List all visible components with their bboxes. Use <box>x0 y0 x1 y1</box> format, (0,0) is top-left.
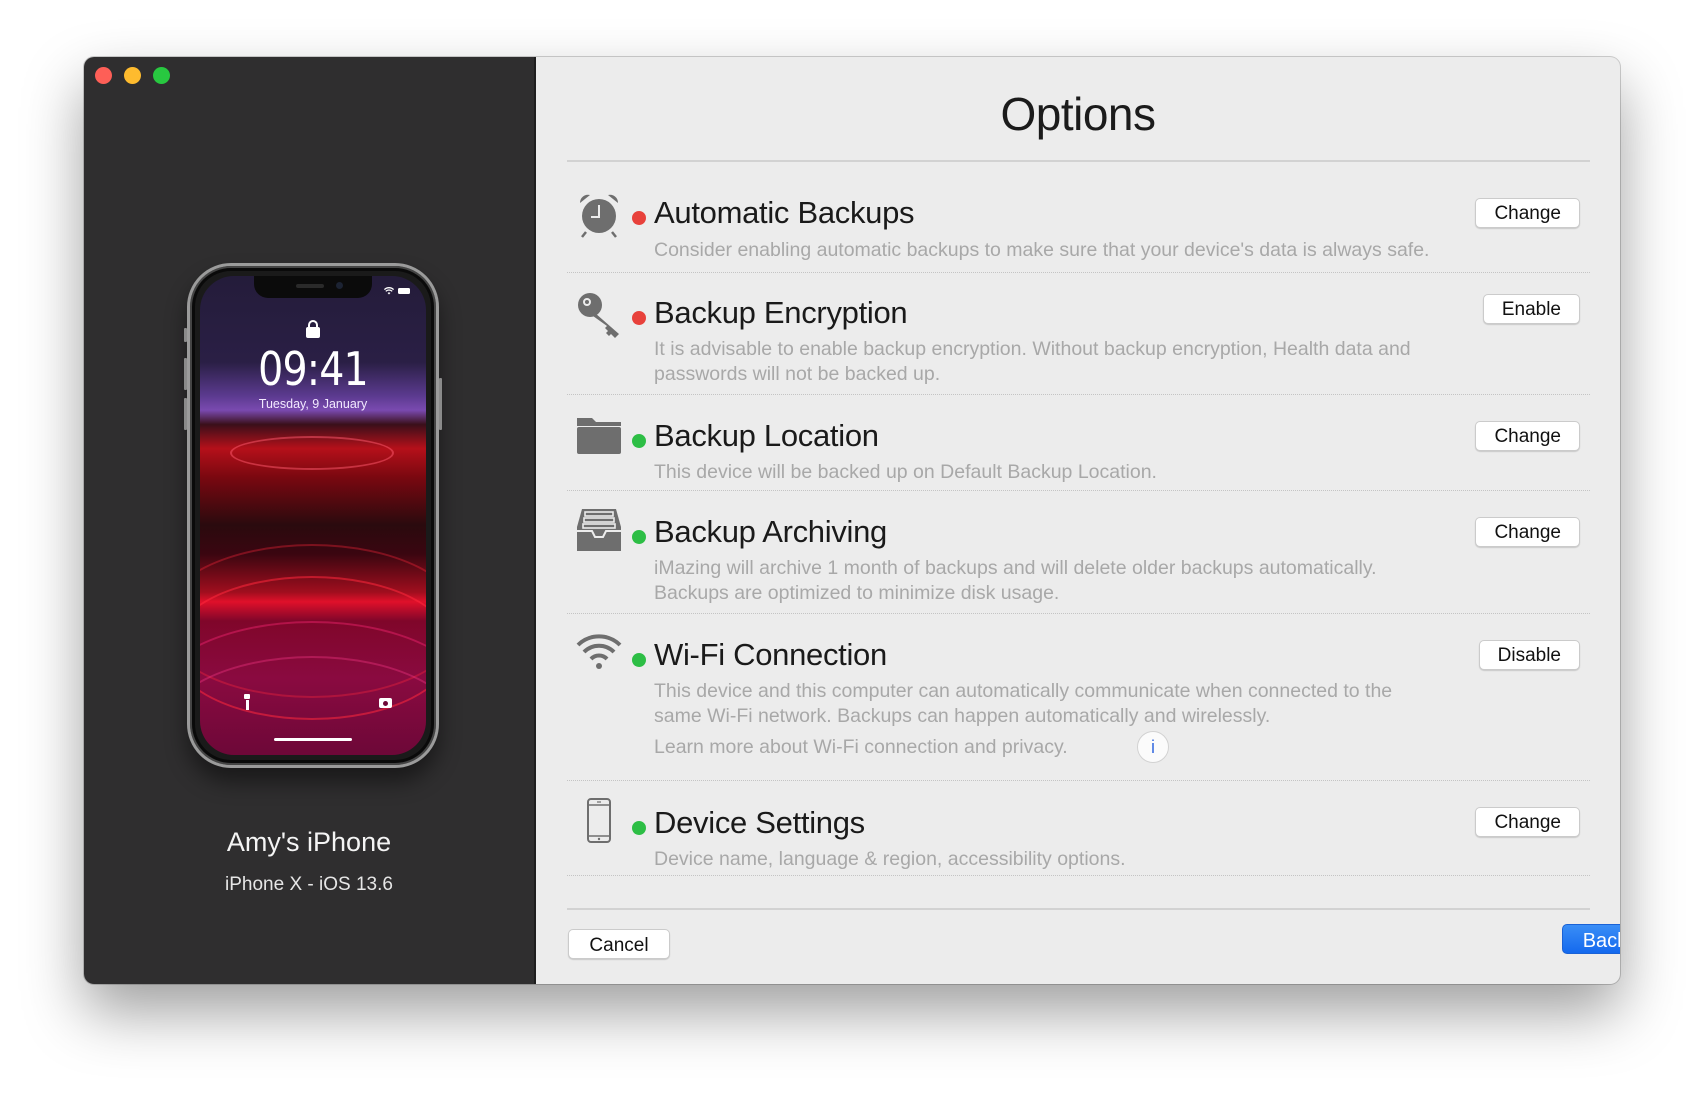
wifi-icon <box>575 630 623 678</box>
cancel-button[interactable]: Cancel <box>568 929 670 959</box>
folder-icon <box>575 412 623 460</box>
alarm-clock-icon <box>575 191 623 239</box>
option-row-backup-archiving: Backup Archiving iMazing will archive 1 … <box>567 491 1590 614</box>
phone-status-icons <box>384 287 410 295</box>
device-name: Amy's iPhone <box>226 827 392 857</box>
backup-location-change-button[interactable]: Change <box>1475 421 1580 451</box>
phone-side-button <box>439 378 442 430</box>
camera-icon <box>379 698 392 708</box>
status-dot-off <box>632 311 646 325</box>
device-model-os: iPhone X - iOS 13.6 <box>225 874 393 895</box>
automatic-backups-change-button[interactable]: Change <box>1475 198 1580 228</box>
phone-notch <box>254 276 372 298</box>
lock-screen: 09:41 Tuesday, 9 January <box>200 276 426 755</box>
back-up-button[interactable]: Back Up <box>1562 924 1620 954</box>
lock-screen-date: Tuesday, 9 January <box>258 397 368 411</box>
option-title: Wi-Fi Connection <box>654 637 887 672</box>
battery-icon <box>398 288 410 294</box>
close-window-button[interactable] <box>95 67 112 84</box>
info-button[interactable]: i <box>1137 731 1169 763</box>
option-description: It is advisable to enable backup encrypt… <box>654 338 1411 385</box>
device-settings-change-button[interactable]: Change <box>1475 807 1580 837</box>
lock-icon <box>306 320 320 338</box>
backup-encryption-enable-button[interactable]: Enable <box>1482 294 1580 324</box>
wifi-privacy-link[interactable]: Learn more about Wi-Fi connection and pr… <box>654 736 1068 759</box>
archive-tray-icon <box>575 507 623 555</box>
status-dot-off <box>632 211 646 225</box>
option-title: Backup Archiving <box>654 514 887 549</box>
home-indicator <box>274 738 352 741</box>
device-image: 09:41 Tuesday, 9 January <box>184 263 442 768</box>
flashlight-icon <box>244 694 250 710</box>
zoom-window-button[interactable] <box>153 67 170 84</box>
wifi-status-icon <box>384 287 394 295</box>
option-title: Backup Location <box>654 418 879 453</box>
status-dot-on <box>632 530 646 544</box>
option-row-automatic-backups: Automatic Backups Consider enabling auto… <box>567 162 1590 273</box>
device-sidebar: 09:41 Tuesday, 9 January Amy's iPhone iP… <box>84 57 536 984</box>
status-dot-on <box>632 821 646 835</box>
key-icon <box>575 291 623 339</box>
page-title: Options <box>1000 88 1156 140</box>
footer-divider <box>567 908 1590 910</box>
option-description: Device name, language & region, accessib… <box>654 848 1126 870</box>
phone-mute-switch <box>184 328 187 342</box>
phone-device-icon <box>575 797 623 845</box>
option-title: Automatic Backups <box>654 195 915 230</box>
row-divider <box>567 875 1590 876</box>
window-controls <box>95 67 170 84</box>
phone-volume-up <box>184 358 187 390</box>
option-row-wifi-connection: Wi-Fi Connection This device and this co… <box>567 614 1590 781</box>
lock-screen-time: 09:41 <box>258 342 369 396</box>
option-row-backup-encryption: Backup Encryption It is advisable to ena… <box>567 273 1590 395</box>
options-window: 09:41 Tuesday, 9 January Amy's iPhone iP… <box>84 57 1620 984</box>
option-row-backup-location: Backup Location This device will be back… <box>567 395 1590 491</box>
option-title: Backup Encryption <box>654 295 908 330</box>
wifi-connection-disable-button[interactable]: Disable <box>1478 640 1580 670</box>
status-dot-on <box>632 434 646 448</box>
option-description: This device will be backed up on Default… <box>654 461 1157 483</box>
options-panel: Options ? Automatic Backups Consider ena… <box>536 57 1620 984</box>
option-row-device-settings: Device Settings Device name, language & … <box>567 781 1590 876</box>
minimize-window-button[interactable] <box>124 67 141 84</box>
option-description: This device and this computer can automa… <box>654 680 1393 727</box>
option-description: iMazing will archive 1 month of backups … <box>654 557 1377 604</box>
option-title: Device Settings <box>654 805 865 840</box>
phone-volume-down <box>184 398 187 430</box>
status-dot-on <box>632 653 646 667</box>
option-description: Consider enabling automatic backups to m… <box>654 239 1430 261</box>
backup-archiving-change-button[interactable]: Change <box>1475 517 1580 547</box>
